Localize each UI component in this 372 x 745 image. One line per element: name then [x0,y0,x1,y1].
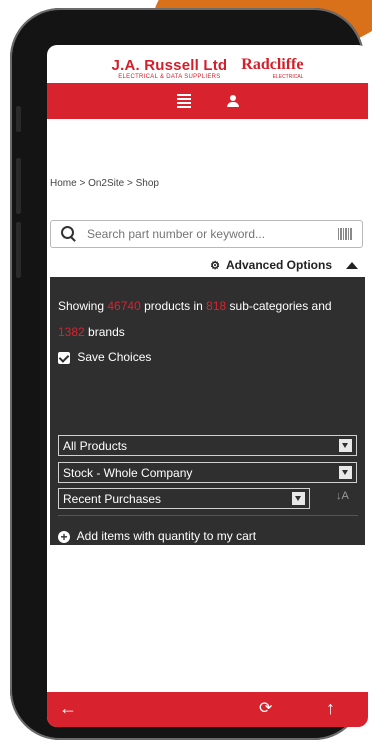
phone-frame: J.A. Russell Ltd ELECTRICAL & DATA SUPPL… [10,8,368,740]
product-filter-value: All Products [63,438,128,453]
jar-logo-title: J.A. Russell Ltd [111,56,228,74]
chevron-down-icon [292,492,305,505]
phone-side-button [16,222,21,278]
brand-count: 1382 [58,325,85,339]
radcliffe-logo[interactable]: Radcliffe ELECTRICAL [241,56,303,80]
add-items-link[interactable]: + Add items with quantity to my cart [58,529,256,543]
menu-icon[interactable] [176,94,191,108]
phone-screen: J.A. Russell Ltd ELECTRICAL & DATA SUPPL… [47,45,368,727]
user-icon[interactable] [226,95,239,107]
back-to-home-link[interactable]: Back to Home [99,551,174,565]
chevron-down-icon [339,466,352,479]
jar-logo-subtitle: ELECTRICAL & DATA SUPPLIERS [118,73,221,80]
product-filter-select[interactable]: All Products [58,435,357,456]
save-choices-label: Save Choices [77,350,152,364]
sort-order-icon[interactable]: ↓A [336,490,349,502]
search-input[interactable] [85,226,338,242]
breadcrumb[interactable]: Home > On2Site > Shop [50,178,159,189]
save-choices[interactable]: Save Choices [58,350,151,364]
gear-icon: ⚙ [210,259,220,272]
showing-text: Showing [58,299,105,313]
add-items-label: Add items with quantity to my cart [76,529,257,543]
product-count: 46740 [107,299,141,313]
arrow-up-icon[interactable]: ↑ [326,698,335,719]
radcliffe-logo-subtitle: ELECTRICAL [272,74,304,80]
advanced-options-toggle[interactable]: ⚙ Advanced Options [210,258,358,272]
sort-select[interactable]: Recent Purchases [58,488,310,509]
search-icon[interactable] [61,226,77,242]
chevron-up-icon [346,261,358,269]
phone-side-button [16,158,21,214]
plus-circle-icon: + [58,530,70,543]
brands-summary: 1382 brands [58,325,125,339]
barcode-icon[interactable] [338,228,352,240]
search-bar [50,220,363,248]
sort-value: Recent Purchases [63,491,162,506]
save-choices-checkbox[interactable] [58,351,70,364]
stock-filter-select[interactable]: Stock - Whole Company [58,462,357,483]
back-row: ✕ ↰ Back to Home [58,550,174,566]
products-text: products in [144,299,203,313]
stock-filter-value: Stock - Whole Company [63,465,193,480]
bottom-bar: ← ⟳ ↑ [47,692,368,727]
chevron-down-icon [339,439,352,452]
jar-logo[interactable]: J.A. Russell Ltd ELECTRICAL & DATA SUPPL… [112,57,228,80]
advanced-options-panel: Showing 46740 products in 818 sub-catego… [50,277,365,565]
results-summary: Showing 46740 products in 818 sub-catego… [58,299,332,313]
arrow-left-icon[interactable]: ← [59,698,77,719]
advanced-options-label: Advanced Options [225,258,332,272]
radcliffe-logo-title: Radcliffe [241,56,304,73]
subcategories-text: sub-categories and [229,299,332,313]
reply-arrow-icon: ↰ [84,550,95,565]
logos: J.A. Russell Ltd ELECTRICAL & DATA SUPPL… [47,45,368,87]
top-nav-bar [47,83,368,119]
divider [58,515,358,516]
subcategory-count: 818 [206,299,227,313]
brands-text: brands [88,325,125,339]
refresh-icon[interactable]: ⟳ [259,698,272,718]
phone-side-button [16,106,21,132]
compress-icon[interactable]: ✕ [58,551,68,565]
